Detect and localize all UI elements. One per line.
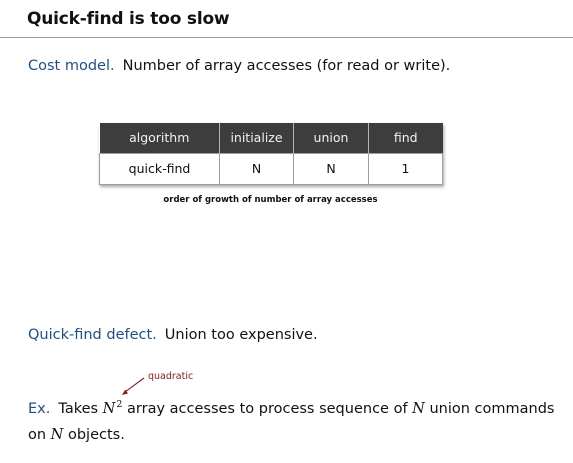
header-algorithm: algorithm bbox=[99, 123, 220, 153]
cost-model-paragraph: Cost model. Number of array accesses (for… bbox=[28, 58, 450, 74]
variable-n: N bbox=[50, 427, 64, 443]
example-text-4: on bbox=[28, 427, 47, 443]
variable-n: N bbox=[102, 401, 116, 417]
title-divider bbox=[0, 37, 573, 38]
example-text-2: array accesses to process sequence of bbox=[127, 401, 408, 417]
cell-union: N bbox=[293, 152, 369, 185]
defect-text: Union too expensive. bbox=[164, 327, 318, 343]
exponent: 2 bbox=[116, 399, 123, 410]
cost-model-text: Number of array accesses (for read or wr… bbox=[122, 58, 451, 74]
cost-model-lead: Cost model. bbox=[28, 58, 115, 74]
slide-title: Quick-find is too slow bbox=[27, 9, 230, 29]
defect-lead: Quick-find defect. bbox=[28, 327, 157, 343]
example-lead: Ex. bbox=[28, 401, 51, 417]
cost-table: algorithm initialize union find quick-fi… bbox=[99, 123, 443, 185]
cell-initialize: N bbox=[219, 152, 294, 185]
example-text-3: union commands bbox=[429, 401, 555, 417]
example-text-5: objects. bbox=[67, 427, 125, 443]
table-header-row: algorithm initialize union find bbox=[99, 123, 443, 153]
header-union: union bbox=[293, 123, 369, 153]
example-line-1: Ex. Takes N2 array accesses to process se… bbox=[28, 399, 555, 417]
table-caption: order of growth of number of array acces… bbox=[163, 195, 378, 205]
variable-n: N bbox=[412, 401, 425, 417]
cell-find: 1 bbox=[368, 152, 443, 185]
header-initialize: initialize bbox=[219, 123, 294, 153]
table-row: quick-find N N 1 bbox=[99, 152, 443, 185]
annotation-arrow-icon bbox=[122, 377, 145, 395]
quadratic-annotation: quadratic bbox=[148, 371, 194, 382]
header-find: find bbox=[368, 123, 443, 153]
example-line-2: on N objects. bbox=[28, 427, 125, 443]
defect-paragraph: Quick-find defect. Union too expensive. bbox=[28, 327, 318, 343]
cell-algorithm: quick-find bbox=[99, 152, 220, 185]
example-text-1: Takes bbox=[58, 401, 99, 417]
